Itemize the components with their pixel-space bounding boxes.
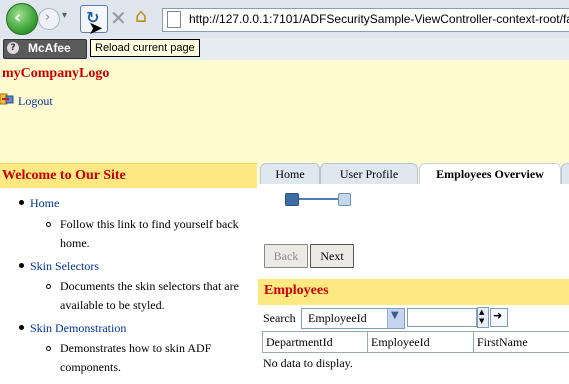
address-url[interactable]: http://127.0.0.1:7101/ADFSecuritySample-…: [189, 12, 569, 26]
welcome-header: Welcome to Our Site: [0, 163, 257, 188]
train-stop-current[interactable]: [285, 193, 299, 206]
page-icon: [167, 11, 181, 28]
search-go-button[interactable]: ➜: [490, 308, 508, 327]
bullet-icon: [19, 325, 24, 330]
browser-home-button[interactable]: ⌂: [135, 5, 147, 27]
search-field-value: EmployeeId: [308, 311, 367, 325]
welcome-link-skin-demo[interactable]: Skin Demonstration: [30, 321, 126, 336]
search-label: Search: [263, 311, 296, 325]
search-spinner[interactable]: ▲ ▼: [477, 307, 489, 328]
page-header: myCompanyLogo Logout: [0, 60, 569, 163]
logout-icon: [0, 93, 14, 105]
browser-forward-button[interactable]: ›: [38, 8, 60, 30]
sub-bullet-icon: [46, 222, 51, 227]
column-header-departmentid[interactable]: DepartmentId: [263, 332, 368, 352]
logout-link[interactable]: Logout: [18, 94, 53, 109]
table-header: DepartmentId EmployeeId FirstName: [262, 331, 569, 353]
bullet-icon: [19, 263, 24, 268]
mouse-cursor-icon: ➤: [88, 18, 104, 39]
select-dropdown-icon[interactable]: ▼: [387, 309, 404, 328]
next-button[interactable]: Next: [310, 244, 354, 268]
sub-bullet-icon: [46, 284, 51, 289]
address-bar[interactable]: http://127.0.0.1:7101/ADFSecuritySample-…: [162, 8, 569, 32]
company-logo: myCompanyLogo: [2, 66, 110, 81]
spinner-up-icon[interactable]: ▲: [479, 308, 484, 316]
sub-bullet-icon: [46, 346, 51, 351]
back-arrow-icon: ‹: [14, 7, 22, 28]
train-stop-next[interactable]: [338, 193, 351, 206]
tab-user-profile[interactable]: User Profile: [320, 163, 418, 185]
mcafee-button[interactable]: ? McAfee: [3, 39, 87, 59]
tab-employees-overview[interactable]: Employees Overview: [419, 163, 561, 185]
reload-tooltip: Reload current page: [90, 39, 200, 57]
empty-table-message: No data to display.: [263, 356, 353, 370]
welcome-link-skin-selectors[interactable]: Skin Selectors: [30, 259, 99, 274]
back-button[interactable]: Back: [264, 244, 308, 268]
column-header-employeeid[interactable]: EmployeeId: [368, 332, 474, 352]
plugin-toolbar: ? McAfee: [0, 38, 569, 60]
tab-home[interactable]: Home: [260, 163, 320, 185]
welcome-link-home[interactable]: Home: [30, 196, 59, 211]
welcome-panel: Home Follow this link to find yourself b…: [0, 188, 257, 384]
browser-back-button[interactable]: ‹: [6, 3, 38, 35]
welcome-title: Welcome to Our Site: [2, 168, 126, 183]
history-dropdown-icon[interactable]: ▾: [62, 10, 67, 21]
employees-header: Employees: [258, 279, 569, 305]
browser-toolbar: ‹ › ▾ ↻ ✕ ⌂ http://127.0.0.1:7101/ADFSec…: [0, 0, 569, 39]
mcafee-label: McAfee: [28, 41, 71, 55]
tab-overflow[interactable]: [561, 163, 569, 185]
bullet-icon: [19, 200, 24, 205]
help-icon: ?: [7, 42, 19, 54]
employees-title: Employees: [264, 283, 329, 298]
stop-button[interactable]: ✕: [110, 6, 127, 30]
column-header-firstname[interactable]: FirstName: [474, 332, 569, 352]
forward-arrow-icon: ›: [45, 10, 51, 25]
go-arrow-icon: ➜: [493, 309, 503, 322]
welcome-desc-home: Follow this link to find yourself back h…: [60, 217, 239, 250]
spinner-down-icon[interactable]: ▼: [479, 317, 484, 325]
welcome-desc-skin-demo: Demonstrates how to skin ADF components.: [60, 341, 212, 374]
welcome-desc-skin-selectors: Documents the skin selectors that are av…: [60, 279, 239, 312]
search-field-select[interactable]: EmployeeId ▼: [301, 308, 405, 329]
search-input[interactable]: [407, 308, 477, 327]
